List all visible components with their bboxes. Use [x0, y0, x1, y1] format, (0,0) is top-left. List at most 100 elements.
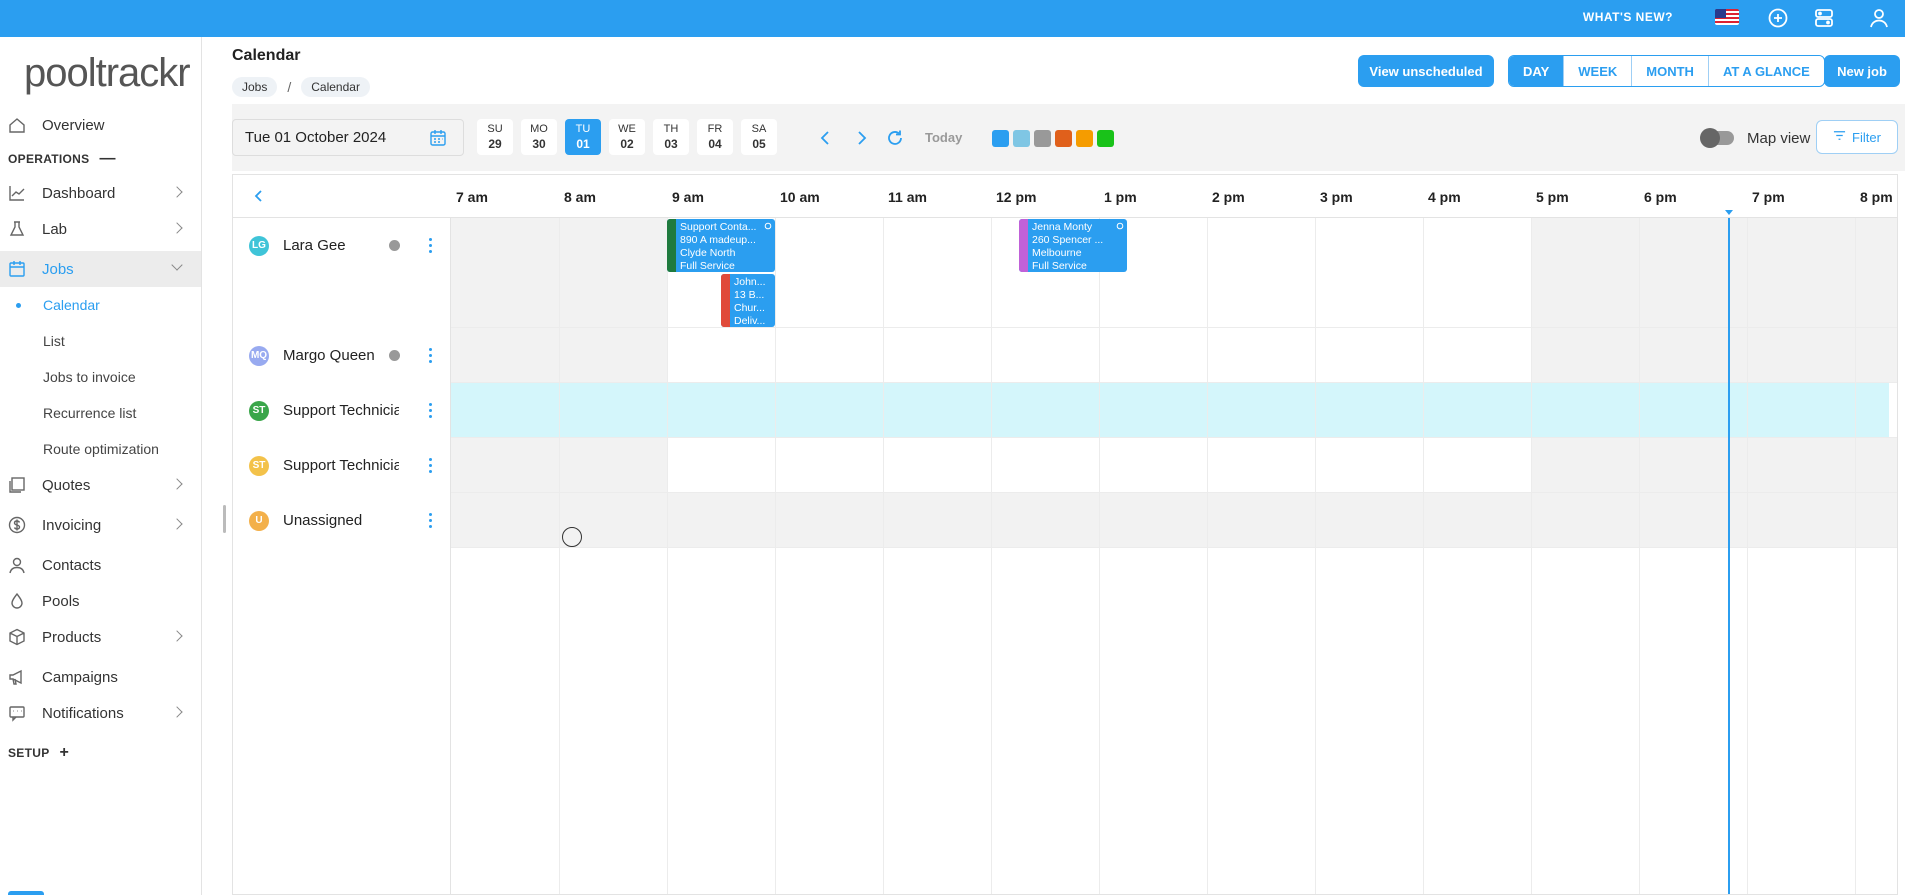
- day-we[interactable]: WE 02: [609, 119, 645, 155]
- chevron-right-icon: [171, 186, 183, 198]
- collapse-minus-icon[interactable]: —: [99, 150, 115, 168]
- sidebar-item-products[interactable]: Products: [0, 619, 201, 655]
- add-circle-icon[interactable]: [1766, 6, 1790, 30]
- person-name: Support Technician: [283, 457, 399, 474]
- pooltrackr-logo[interactable]: pooltrackr: [24, 51, 191, 96]
- more-options-icon[interactable]: [429, 347, 433, 364]
- view-month-button[interactable]: MONTH: [1632, 56, 1709, 86]
- more-options-icon[interactable]: [429, 457, 433, 474]
- person-row[interactable]: ST Support Technician: [233, 383, 451, 438]
- filter-label: Filter: [1852, 129, 1881, 145]
- flag-us-icon[interactable]: [1715, 9, 1739, 25]
- sidebar-subitem-route-optimization[interactable]: Route optimization: [0, 431, 201, 467]
- refresh-icon[interactable]: [886, 129, 904, 147]
- job-line: John...: [734, 276, 766, 288]
- people-column: LG Lara Gee MQ Margo Queen ST Support Technic…: [233, 218, 451, 894]
- sidebar-item-jobs[interactable]: Jobs: [0, 251, 201, 287]
- sidebar-item-label: Notifications: [42, 704, 124, 722]
- job-card[interactable]: Support Conta... 890 A madeup... Clyde Nor…: [667, 219, 775, 272]
- color-swatch[interactable]: [1013, 130, 1030, 147]
- sidebar-subitem-jobs-to-invoice[interactable]: Jobs to invoice: [0, 359, 201, 395]
- filter-icon: [1833, 129, 1846, 145]
- hour-label: 8 pm: [1860, 189, 1893, 205]
- avatar: ST: [249, 455, 269, 476]
- avatar: LG: [249, 235, 269, 256]
- breadcrumb-calendar[interactable]: Calendar: [301, 77, 370, 97]
- hour-label: 4 pm: [1428, 189, 1461, 205]
- person-row[interactable]: LG Lara Gee: [233, 218, 451, 273]
- person-name: Unassigned: [283, 512, 363, 529]
- person-row[interactable]: U Unassigned: [233, 493, 451, 548]
- sidebar-item-notifications[interactable]: Notifications: [0, 695, 201, 731]
- chevron-left-icon[interactable]: [817, 129, 835, 147]
- page-title: Calendar: [232, 47, 301, 64]
- sidebar-item-label: List: [43, 333, 65, 349]
- settings-panel-icon[interactable]: [1812, 6, 1836, 30]
- color-swatch[interactable]: [1055, 130, 1072, 147]
- view-week-button[interactable]: WEEK: [1564, 56, 1633, 86]
- chevron-right-icon[interactable]: [852, 129, 870, 147]
- avatar: ST: [249, 400, 269, 421]
- sidebar-subitem-list[interactable]: List: [0, 323, 201, 359]
- color-swatch[interactable]: [1034, 130, 1051, 147]
- hour-gridline: [1747, 218, 1748, 894]
- color-swatch[interactable]: [1076, 130, 1093, 147]
- more-options-icon[interactable]: [429, 402, 433, 419]
- whats-new-link[interactable]: WHAT'S NEW?: [1583, 10, 1673, 24]
- today-button[interactable]: Today: [925, 130, 962, 145]
- home-icon: [8, 116, 26, 134]
- more-options-icon[interactable]: [429, 237, 433, 254]
- person-row[interactable]: MQ Margo Queen: [233, 328, 451, 383]
- more-options-icon[interactable]: [429, 512, 433, 529]
- color-swatch[interactable]: [1097, 130, 1114, 147]
- sidebar-item-invoicing[interactable]: Invoicing: [0, 507, 201, 543]
- day-fr[interactable]: FR 04: [697, 119, 733, 155]
- sidebar-item-dashboard[interactable]: Dashboard: [0, 175, 201, 211]
- sidebar-subitem-recurrence-list[interactable]: Recurrence list: [0, 395, 201, 431]
- map-view-toggle[interactable]: [1700, 128, 1734, 148]
- view-unscheduled-button[interactable]: View unscheduled: [1358, 55, 1494, 87]
- day-number: 29: [488, 137, 502, 151]
- expand-plus-icon[interactable]: +: [60, 744, 70, 762]
- mouse-cursor: [562, 527, 582, 547]
- sidebar-item-lab[interactable]: Lab: [0, 211, 201, 247]
- chevron-down-icon: [171, 259, 183, 271]
- view-day-button[interactable]: DAY: [1509, 56, 1565, 86]
- new-job-button[interactable]: New job: [1824, 55, 1900, 87]
- sidebar-subitem-calendar[interactable]: Calendar: [0, 287, 201, 323]
- hour-label: 5 pm: [1536, 189, 1569, 205]
- person-row[interactable]: ST Support Technician: [233, 438, 451, 493]
- sidebar-item-label: Dashboard: [42, 184, 116, 202]
- job-card[interactable]: John... 13 B... Chur... Deliv...: [721, 274, 775, 327]
- section-setup[interactable]: SETUP +: [0, 737, 201, 769]
- sidebar-item-contacts[interactable]: Contacts: [0, 547, 201, 583]
- collapse-left-icon[interactable]: [253, 189, 265, 202]
- view-at-a-glance-button[interactable]: AT A GLANCE: [1708, 56, 1824, 86]
- color-swatch[interactable]: [992, 130, 1009, 147]
- hour-gridline: [775, 218, 776, 894]
- sidebar-item-overview[interactable]: Overview: [0, 107, 201, 143]
- calendar-icon[interactable]: [429, 129, 447, 147]
- section-operations[interactable]: OPERATIONS —: [0, 143, 201, 175]
- sidebar-item-quotes[interactable]: Quotes: [0, 467, 201, 503]
- box-icon: [8, 628, 26, 646]
- breadcrumb-jobs[interactable]: Jobs: [232, 77, 278, 97]
- bottom-tab[interactable]: [8, 891, 44, 895]
- day-number: 01: [576, 137, 590, 151]
- day-su[interactable]: SU 29: [477, 119, 513, 155]
- day-tu[interactable]: TU 01: [565, 119, 601, 155]
- user-icon[interactable]: [1867, 6, 1891, 30]
- sidebar-resize-handle[interactable]: [223, 505, 226, 533]
- filter-button[interactable]: Filter: [1816, 120, 1898, 154]
- job-card[interactable]: Jenna Monty 260 Spencer ... Melbourne Full …: [1019, 219, 1127, 272]
- sidebar-item-label: Quotes: [42, 476, 91, 494]
- day-mo[interactable]: MO 30: [521, 119, 557, 155]
- hour-gridline: [1855, 218, 1856, 894]
- date-picker-field[interactable]: Tue 01 October 2024: [232, 119, 464, 156]
- sidebar-item-campaigns[interactable]: Campaigns: [0, 659, 201, 695]
- day-th[interactable]: TH 03: [653, 119, 689, 155]
- sidebar-item-pools[interactable]: Pools: [0, 583, 201, 619]
- flask-icon: [8, 220, 26, 238]
- hour-label: 9 am: [672, 189, 704, 205]
- day-sa[interactable]: SA 05: [741, 119, 777, 155]
